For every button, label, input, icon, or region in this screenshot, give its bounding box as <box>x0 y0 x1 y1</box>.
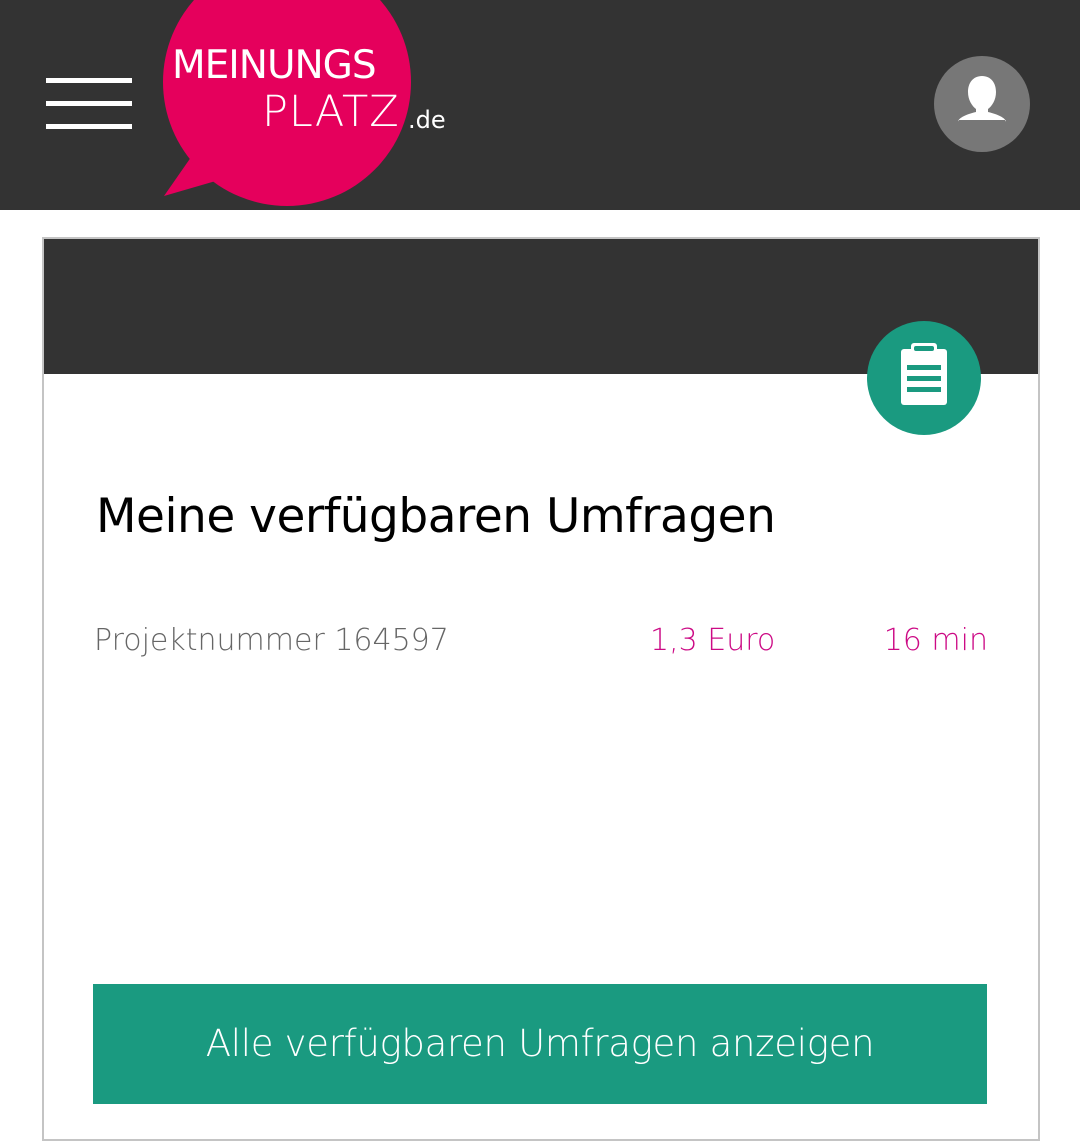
survey-list-item[interactable]: Projektnummer 164597 1,3 Euro 16 min <box>94 621 988 665</box>
show-all-surveys-button[interactable]: Alle verfügbaren Umfragen anzeigen <box>93 984 987 1104</box>
logo-text-line2: PLATZ <box>262 87 400 137</box>
user-avatar-icon[interactable] <box>934 56 1030 152</box>
hamburger-menu-icon[interactable] <box>46 78 132 130</box>
top-bar: MEINUNGS PLATZ .de <box>0 0 1080 210</box>
meinungsplatz-logo[interactable]: MEINUNGS PLATZ .de <box>160 0 460 210</box>
logo-domain-suffix: .de <box>408 106 446 134</box>
person-silhouette-icon <box>958 76 1006 122</box>
logo-text-line1: MEINUNGS <box>172 43 377 88</box>
survey-reward: 1,3 Euro <box>650 623 776 658</box>
survey-duration: 16 min <box>883 623 988 658</box>
clipboard-glyph <box>901 343 947 405</box>
menu-line <box>46 101 132 106</box>
surveys-card: Meine verfügbaren Umfragen Projektnummer… <box>42 237 1040 1141</box>
clipboard-icon <box>867 321 981 435</box>
menu-line <box>46 124 132 129</box>
survey-project-number: Projektnummer 164597 <box>94 623 449 658</box>
menu-line <box>46 78 132 83</box>
card-title: Meine verfügbaren Umfragen <box>96 489 776 544</box>
